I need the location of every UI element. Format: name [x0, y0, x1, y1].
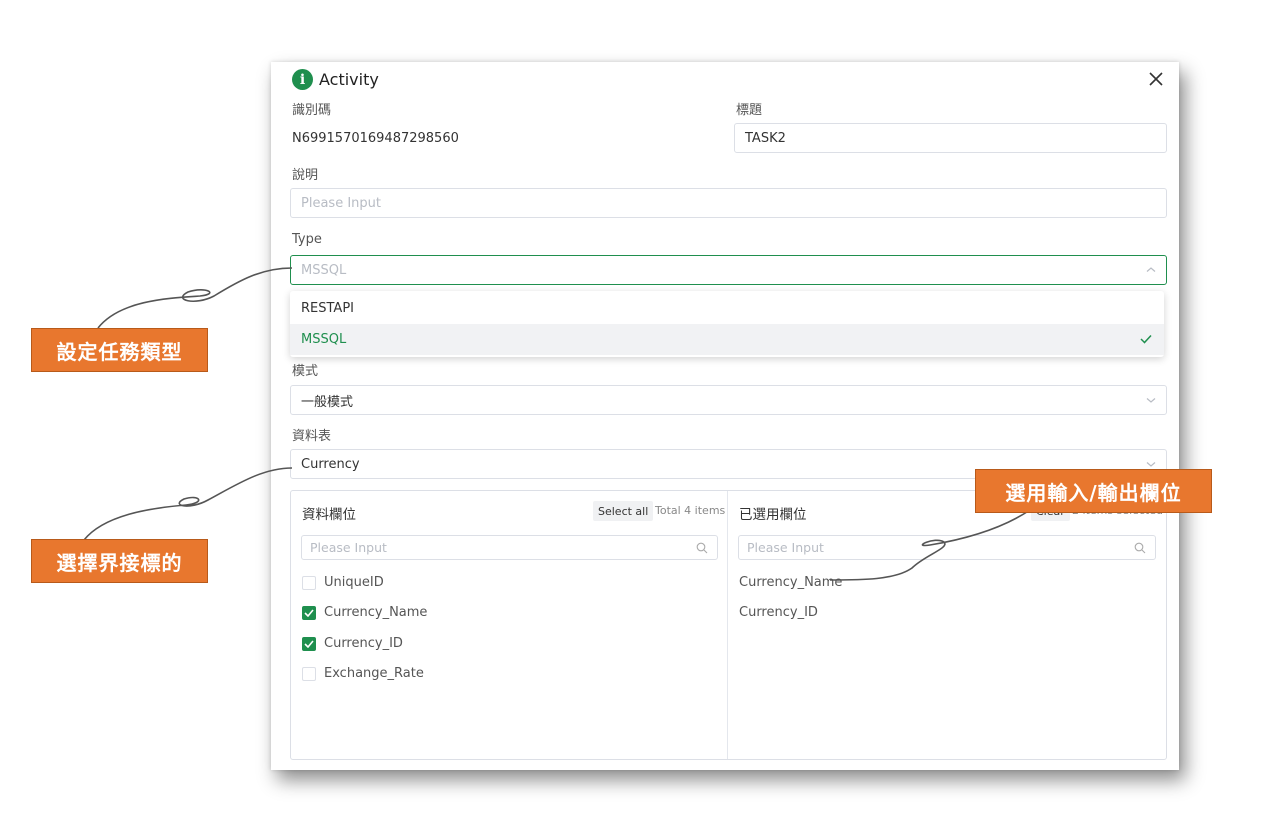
table-label: 資料表 — [292, 429, 332, 444]
chevron-up-icon — [1146, 267, 1156, 272]
activity-dialog: i Activity 識別碼 N6991570169487298560 標題 T… — [271, 62, 1179, 770]
list-item[interactable]: Exchange_Rate — [302, 666, 424, 681]
chevron-down-icon — [1146, 462, 1156, 467]
info-icon: i — [292, 69, 313, 90]
callout-type: 設定任務類型 — [31, 328, 208, 372]
check-icon — [1140, 334, 1152, 344]
source-panel-title: 資料欄位 — [302, 507, 356, 523]
checkbox[interactable] — [302, 636, 316, 651]
check-icon — [304, 608, 314, 617]
list-item[interactable]: Currency_ID — [302, 636, 403, 651]
description-input[interactable] — [290, 188, 1167, 218]
source-total: Total 4 items — [655, 504, 726, 517]
callout-fields: 選用輸入/輸出欄位 — [975, 469, 1212, 513]
title-input-value: TASK2 — [745, 130, 786, 146]
selected-item[interactable]: Currency_ID — [739, 605, 818, 620]
list-item[interactable]: Currency_Name — [302, 605, 427, 620]
item-label: Currency_ID — [324, 636, 403, 651]
item-label: UniqueID — [324, 575, 384, 590]
mode-label: 模式 — [292, 364, 319, 379]
item-label: Exchange_Rate — [324, 666, 424, 681]
id-label: 識別碼 — [292, 103, 332, 118]
type-dropdown: RESTAPI MSSQL — [290, 291, 1164, 357]
chevron-down-icon — [1146, 398, 1156, 403]
selected-item[interactable]: Currency_Name — [739, 575, 842, 590]
field-transfer: 資料欄位 Select all Total 4 items UniqueID C… — [290, 490, 1167, 760]
check-icon — [304, 639, 314, 648]
connector-type — [97, 267, 293, 329]
target-search-input[interactable] — [738, 535, 1156, 560]
mode-select-value: 一般模式 — [301, 394, 354, 410]
checkbox[interactable] — [302, 666, 316, 681]
title-label: 標題 — [736, 103, 763, 118]
select-all-button[interactable]: Select all — [593, 501, 654, 521]
transfer-target-panel: 已選用欄位 Clear 2 items selected Currency_Na… — [728, 491, 1166, 759]
type-select-value: MSSQL — [301, 262, 347, 278]
type-label: Type — [292, 232, 322, 247]
search-icon — [696, 542, 708, 554]
id-value: N6991570169487298560 — [292, 131, 459, 146]
transfer-source-panel: 資料欄位 Select all Total 4 items UniqueID C… — [291, 491, 728, 759]
source-search-input[interactable] — [301, 535, 718, 560]
type-option-restapi[interactable]: RESTAPI — [290, 293, 1164, 324]
type-option-mssql[interactable]: MSSQL — [290, 324, 1164, 355]
checkbox[interactable] — [302, 605, 316, 620]
close-icon[interactable] — [1147, 70, 1165, 88]
dialog-header: i Activity — [292, 69, 379, 90]
mode-select[interactable]: 一般模式 — [290, 385, 1167, 415]
target-panel-title: 已選用欄位 — [739, 507, 807, 523]
table-select-value: Currency — [301, 456, 360, 472]
search-icon — [1134, 542, 1146, 554]
dialog-title: Activity — [319, 70, 379, 89]
title-input[interactable]: TASK2 — [734, 123, 1167, 153]
type-option-label: MSSQL — [301, 332, 347, 347]
type-select[interactable]: MSSQL — [290, 255, 1167, 285]
connector-table — [83, 467, 293, 541]
list-item[interactable]: UniqueID — [302, 575, 384, 590]
checkbox[interactable] — [302, 575, 316, 590]
type-option-label: RESTAPI — [301, 301, 354, 316]
callout-table: 選擇界接標的 — [31, 539, 208, 583]
item-label: Currency_Name — [324, 605, 428, 620]
description-label: 說明 — [292, 168, 319, 183]
